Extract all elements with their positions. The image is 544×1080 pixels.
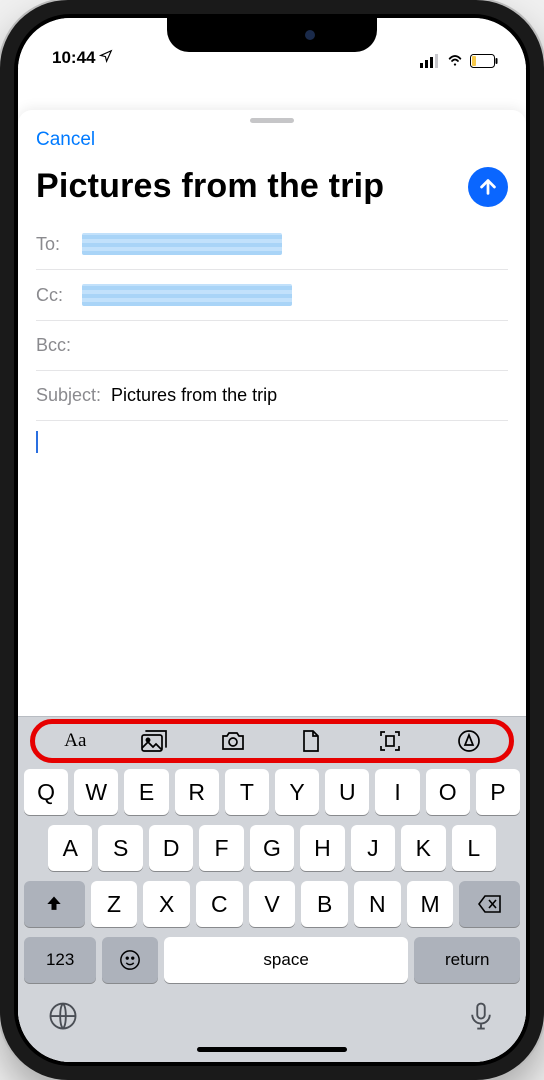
key-l[interactable]: L [452, 825, 496, 871]
backspace-key[interactable] [459, 881, 520, 927]
header-fields: To: Cc: Bcc: Subject: Pictures from the … [18, 219, 526, 421]
home-indicator[interactable] [197, 1047, 347, 1052]
location-icon [99, 48, 113, 68]
cc-field[interactable]: Cc: [36, 270, 508, 321]
key-w[interactable]: W [74, 769, 118, 815]
key-row-3: Z X C V B N M [24, 881, 520, 927]
to-label: To: [36, 234, 72, 255]
key-q[interactable]: Q [24, 769, 68, 815]
key-b[interactable]: B [301, 881, 348, 927]
key-h[interactable]: H [300, 825, 344, 871]
key-a[interactable]: A [48, 825, 92, 871]
keyboard-area: Aa [18, 716, 526, 1062]
keyboard: Q W E R T Y U I O P A [18, 765, 526, 995]
key-y[interactable]: Y [275, 769, 319, 815]
key-c[interactable]: C [196, 881, 243, 927]
to-field[interactable]: To: [36, 219, 508, 270]
dictation-key[interactable] [466, 1001, 496, 1034]
return-key[interactable]: return [414, 937, 520, 983]
page-title: Pictures from the trip [36, 168, 458, 205]
key-i[interactable]: I [375, 769, 419, 815]
space-key[interactable]: space [164, 937, 409, 983]
message-body[interactable] [18, 421, 526, 716]
annotation-highlight [30, 719, 514, 763]
key-u[interactable]: U [325, 769, 369, 815]
wifi-icon [446, 54, 464, 68]
key-r[interactable]: R [175, 769, 219, 815]
phone-bezel: 10:44 [14, 14, 530, 1066]
phone-frame: 10:44 [0, 0, 544, 1080]
shift-key[interactable] [24, 881, 85, 927]
cc-label: Cc: [36, 285, 72, 306]
to-value-redacted [82, 233, 282, 255]
cancel-button[interactable]: Cancel [36, 129, 95, 151]
cc-value-redacted [82, 284, 292, 306]
key-e[interactable]: E [124, 769, 168, 815]
photo-library-button[interactable] [140, 727, 168, 755]
text-format-button[interactable]: Aa [61, 727, 89, 755]
subject-label: Subject: [36, 385, 101, 406]
camera-button[interactable] [219, 727, 247, 755]
key-o[interactable]: O [426, 769, 470, 815]
key-s[interactable]: S [98, 825, 142, 871]
bcc-field[interactable]: Bcc: [36, 321, 508, 371]
globe-key[interactable] [48, 1001, 78, 1034]
key-g[interactable]: G [250, 825, 294, 871]
key-k[interactable]: K [401, 825, 445, 871]
compose-sheet: Cancel Pictures from the trip To: Cc: [18, 110, 526, 1062]
key-n[interactable]: N [354, 881, 401, 927]
cellular-icon [420, 54, 440, 68]
markup-button[interactable] [455, 727, 483, 755]
text-cursor [36, 431, 38, 453]
notch [167, 18, 377, 52]
scan-document-button[interactable] [376, 727, 404, 755]
attach-document-button[interactable] [297, 727, 325, 755]
key-row-2: A S D F G H J K L [24, 825, 520, 871]
bcc-label: Bcc: [36, 335, 72, 356]
emoji-key[interactable] [102, 937, 158, 983]
key-row-4: 123 space return [24, 937, 520, 983]
key-d[interactable]: D [149, 825, 193, 871]
key-p[interactable]: P [476, 769, 520, 815]
key-m[interactable]: M [407, 881, 454, 927]
key-j[interactable]: J [351, 825, 395, 871]
status-time: 10:44 [52, 48, 95, 68]
key-row-1: Q W E R T Y U I O P [24, 769, 520, 815]
subject-value[interactable]: Pictures from the trip [111, 385, 508, 406]
key-z[interactable]: Z [91, 881, 138, 927]
key-x[interactable]: X [143, 881, 190, 927]
key-f[interactable]: F [199, 825, 243, 871]
battery-icon [470, 54, 498, 68]
key-v[interactable]: V [249, 881, 296, 927]
send-button[interactable] [468, 167, 508, 207]
subject-field[interactable]: Subject: Pictures from the trip [36, 371, 508, 421]
key-t[interactable]: T [225, 769, 269, 815]
format-toolbar: Aa [18, 717, 526, 765]
numeric-key[interactable]: 123 [24, 937, 96, 983]
screen: 10:44 [18, 18, 526, 1062]
